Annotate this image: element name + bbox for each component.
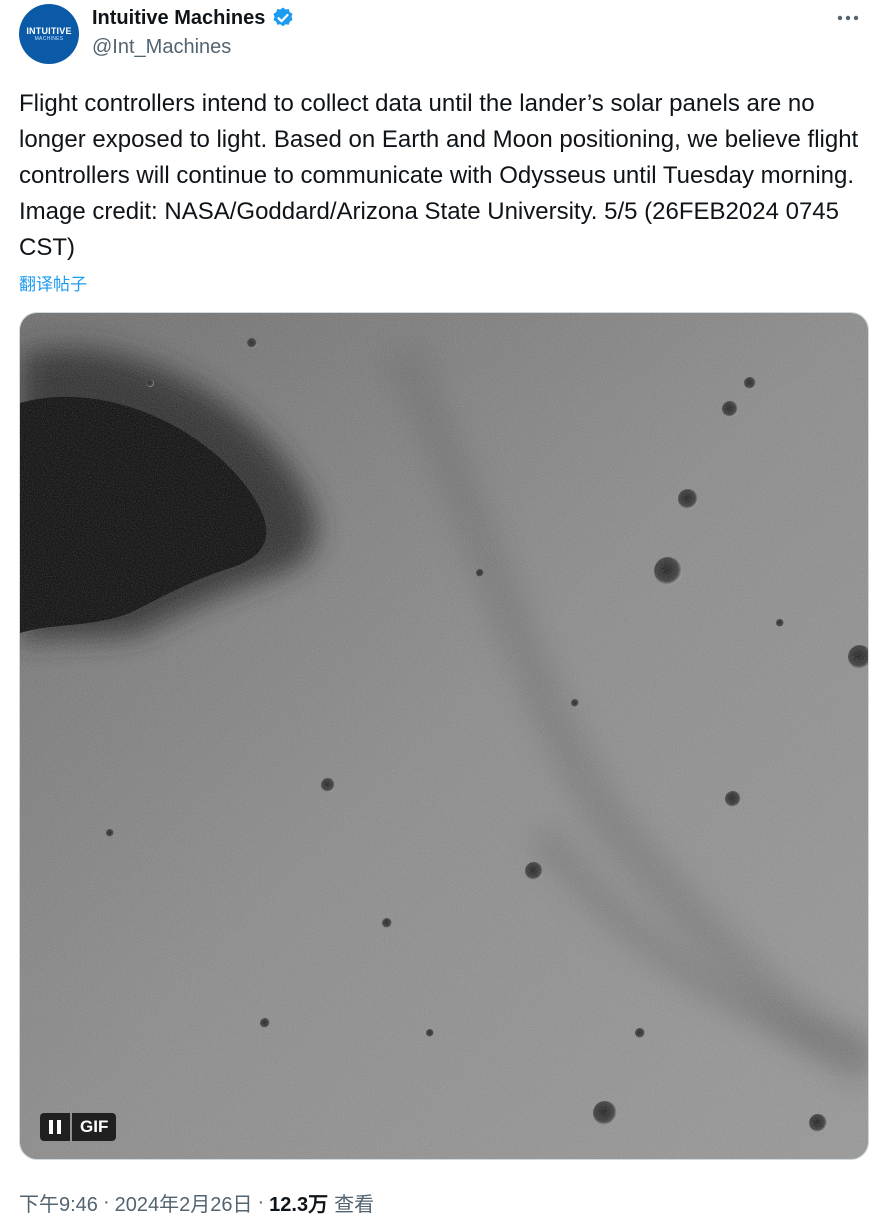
tweet-media-gif[interactable]: GIF — [19, 312, 869, 1160]
lunar-surface-image — [20, 313, 868, 1159]
tweet-meta: 下午9:46 · 2024年2月26日 · 12.3万 查看 — [19, 1188, 374, 1217]
author-handle[interactable]: @Int_Machines — [92, 36, 231, 59]
meta-separator: · — [102, 1191, 110, 1213]
views-count: 12.3万 — [269, 1194, 329, 1216]
views-label: 查看 — [334, 1194, 375, 1216]
author-name-row: Intuitive Machines — [92, 6, 295, 30]
tweet-container: INTUITIVE MACHINES Intuitive Machines @I… — [0, 0, 876, 1226]
avatar-logo-subtext: MACHINES — [34, 36, 64, 42]
meta-separator: · — [257, 1191, 265, 1213]
tweet-date[interactable]: 2024年2月26日 — [115, 1188, 253, 1217]
gif-controls: GIF — [40, 1113, 117, 1141]
avatar[interactable]: INTUITIVE MACHINES — [19, 4, 79, 64]
gif-badge: GIF — [72, 1113, 117, 1141]
verified-badge-icon — [271, 6, 295, 30]
tweet-text: Flight controllers intend to collect dat… — [19, 90, 859, 261]
author-display-name[interactable]: Intuitive Machines — [92, 7, 265, 30]
more-options-icon[interactable] — [834, 4, 862, 32]
avatar-logo-text: INTUITIVE — [26, 26, 72, 36]
tweet-time[interactable]: 下午9:46 — [19, 1188, 98, 1217]
translate-post-link[interactable]: 翻译帖子 — [19, 270, 87, 295]
pause-icon[interactable] — [40, 1113, 70, 1141]
